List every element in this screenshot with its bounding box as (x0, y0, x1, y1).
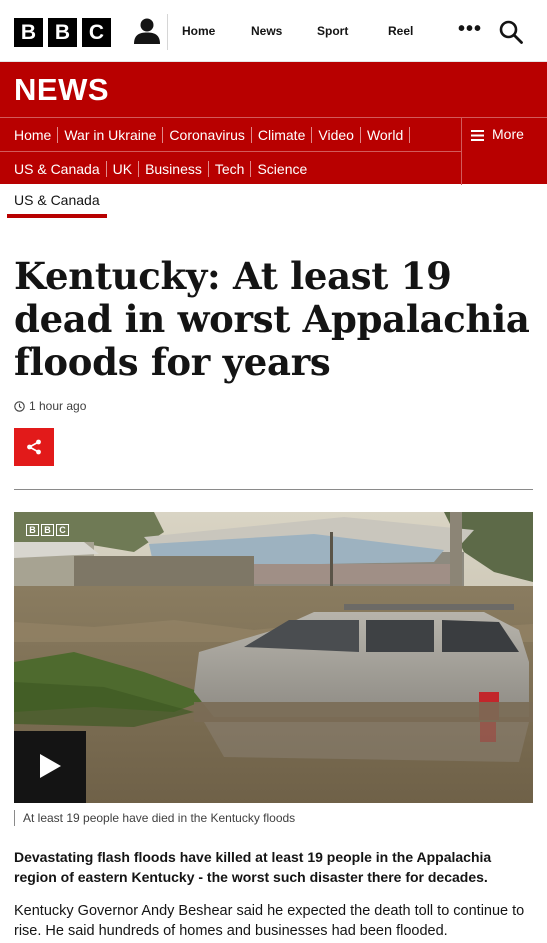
article-lead-paragraph: Devastating flash floods have killed at … (14, 849, 492, 885)
subnav-active-indicator (7, 214, 107, 218)
media-caption: At least 19 people have died in the Kent… (14, 810, 295, 826)
bbc-logo-letter: B (48, 18, 77, 47)
nav-divider (311, 127, 313, 143)
nav-divider (207, 161, 209, 177)
nav-divider (250, 127, 252, 143)
header-nav-news[interactable]: News (251, 24, 282, 38)
section-nav-war-in-ukraine[interactable]: War in Ukraine (64, 127, 156, 143)
flood-scene-image (14, 512, 533, 803)
top-bar: B B C Home News Sport Reel ••• (0, 0, 547, 62)
article-headline: Kentucky: At least 19 dead in worst Appa… (14, 254, 530, 384)
section-title[interactable]: NEWS (14, 72, 109, 108)
section-nav-us-canada[interactable]: US & Canada (14, 161, 100, 177)
nav-divider (162, 127, 164, 143)
article-divider (14, 489, 533, 490)
section-nav-uk[interactable]: UK (113, 161, 132, 177)
news-banner: NEWS Home War in Ukraine Coronavirus Cli… (0, 62, 547, 185)
article-paragraph: Kentucky Governor Andy Beshear said he e… (14, 903, 525, 939)
more-menu-button[interactable]: More (461, 117, 547, 185)
share-button[interactable] (14, 428, 54, 466)
header-divider (167, 14, 168, 50)
nav-divider (138, 161, 140, 177)
play-button[interactable] (14, 731, 86, 803)
more-menu-icon[interactable]: ••• (458, 18, 482, 41)
watermark-letter: B (26, 524, 39, 536)
section-nav-climate[interactable]: Climate (258, 127, 305, 143)
bbc-logo[interactable]: B B C (14, 18, 111, 47)
media-bbc-watermark: B B C (26, 524, 69, 536)
section-nav-world[interactable]: World (367, 127, 403, 143)
section-nav-science[interactable]: Science (257, 161, 307, 177)
header-nav-reel[interactable]: Reel (388, 24, 413, 38)
watermark-letter: B (41, 524, 54, 536)
section-nav-business[interactable]: Business (145, 161, 202, 177)
share-icon (27, 439, 41, 455)
watermark-letter: C (56, 524, 69, 536)
account-icon[interactable] (133, 17, 161, 45)
timestamp-text: 1 hour ago (29, 399, 87, 413)
nav-divider (409, 127, 411, 143)
subnav-us-canada[interactable]: US & Canada (14, 192, 100, 208)
video-player[interactable]: B B C (14, 512, 533, 803)
article-timestamp: 1 hour ago (14, 399, 86, 413)
clock-icon (14, 400, 25, 412)
section-nav-row-2: US & Canada UK Business Tech Science (0, 151, 462, 185)
bbc-logo-letter: C (82, 18, 111, 47)
section-nav-coronavirus[interactable]: Coronavirus (169, 127, 244, 143)
section-nav-home[interactable]: Home (14, 127, 51, 143)
nav-divider (105, 161, 107, 177)
search-icon[interactable] (499, 20, 523, 44)
section-nav-tech[interactable]: Tech (215, 161, 245, 177)
section-nav-video[interactable]: Video (318, 127, 354, 143)
play-icon (40, 754, 61, 778)
nav-divider (250, 161, 252, 177)
nav-divider (57, 127, 59, 143)
nav-divider (359, 127, 361, 143)
header-nav-sport[interactable]: Sport (317, 24, 348, 38)
header-nav-home[interactable]: Home (182, 24, 215, 38)
bbc-logo-letter: B (14, 18, 43, 47)
more-menu-label: More (492, 126, 524, 142)
hamburger-icon (471, 130, 484, 141)
